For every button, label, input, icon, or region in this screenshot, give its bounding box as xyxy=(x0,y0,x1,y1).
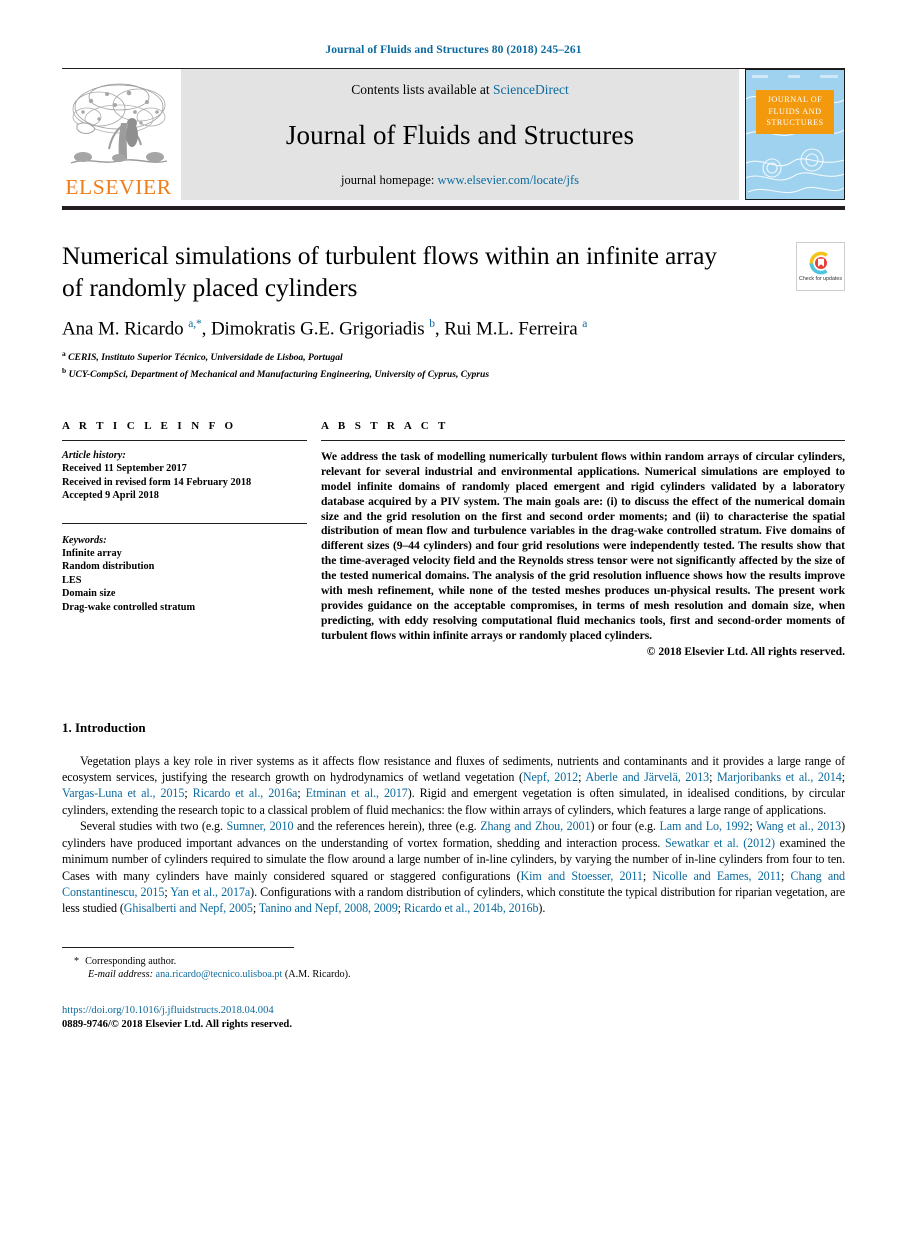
journal-masthead: ELSEVIER Contents lists available at Sci… xyxy=(62,68,845,200)
author-list: Ana M. Ricardo a,*, Dimokratis G.E. Grig… xyxy=(62,318,588,340)
keyword-item: Drag-wake controlled stratum xyxy=(62,601,196,613)
abstract-heading: A B S T R A C T xyxy=(321,419,449,432)
corresponding-author-line: * Corresponding author. xyxy=(74,955,845,968)
elsevier-logo: ELSEVIER xyxy=(62,69,175,200)
journal-banner: Contents lists available at ScienceDirec… xyxy=(181,69,739,200)
info-abstract-row: A R T I C L E I N F O Article history: R… xyxy=(62,420,845,658)
cover-top-marks xyxy=(752,75,838,78)
contents-line: Contents lists available at ScienceDirec… xyxy=(351,82,568,98)
keywords-label: Keywords: xyxy=(62,534,107,546)
paper-page: Journal of Fluids and Structures 80 (201… xyxy=(0,0,907,1238)
article-history-item: Received in revised form 14 February 201… xyxy=(62,476,252,488)
keyword-item: Domain size xyxy=(62,588,116,600)
abstract-column: A B S T R A C T We address the task of m… xyxy=(307,420,845,658)
article-info-heading: A R T I C L E I N F O xyxy=(62,419,237,432)
journal-homepage-link[interactable]: www.elsevier.com/locate/jfs xyxy=(437,173,579,187)
footer-identifiers: https://doi.org/10.1016/j.jfluidstructs.… xyxy=(62,1004,845,1032)
keyword-item: LES xyxy=(62,574,82,586)
elsevier-tree-icon xyxy=(69,79,169,177)
crossmark-icon xyxy=(809,251,832,275)
journal-cover-thumbnail: JOURNAL OF FLUIDS AND STRUCTURES xyxy=(745,69,845,200)
corresponding-author-note: * Corresponding author. E-mail address: a… xyxy=(62,948,845,982)
affiliation-list: a CERIS, Instituto Superior Técnico, Uni… xyxy=(62,349,490,381)
email-label: E-mail address: xyxy=(88,969,153,981)
article-history-item: Accepted 9 April 2018 xyxy=(62,490,159,502)
intro-paragraph-2: Several studies with two (e.g. Sumner, 2… xyxy=(62,819,846,916)
abstract-text: We address the task of modelling numeric… xyxy=(321,449,845,642)
email-link[interactable]: ana.ricardo@tecnico.ulisboa.pt xyxy=(156,969,283,980)
article-info-column: A R T I C L E I N F O Article history: R… xyxy=(62,420,307,658)
journal-title: Journal of Fluids and Structures xyxy=(285,120,635,150)
intro-paragraph-1: Vegetation plays a key role in river sys… xyxy=(62,753,845,817)
asterisk-marker: * xyxy=(74,955,80,967)
homepage-line: journal homepage: www.elsevier.com/locat… xyxy=(341,173,579,188)
email-owner: (A.M. Ricardo). xyxy=(284,969,351,981)
title-block: Numerical simulations of turbulent flows… xyxy=(62,210,845,382)
sciencedirect-link[interactable]: ScienceDirect xyxy=(493,82,569,97)
running-head: Journal of Fluids and Structures 80 (201… xyxy=(325,44,582,56)
page-title: Numerical simulations of turbulent flows… xyxy=(62,241,717,302)
keyword-item: Infinite array xyxy=(62,547,122,559)
email-line: E-mail address: ana.ricardo@tecnico.ulis… xyxy=(74,968,845,981)
keyword-item: Random distribution xyxy=(62,561,155,573)
crossmark-badge[interactable]: Check for updates xyxy=(796,242,845,291)
contents-prefix: Contents lists available at xyxy=(351,82,493,97)
article-history-label: Article history: xyxy=(62,449,126,461)
issn-copyright-line: 0889-9746/© 2018 Elsevier Ltd. All right… xyxy=(62,1018,292,1030)
keywords-block: Keywords: Infinite array Random distribu… xyxy=(62,524,307,614)
abstract-copyright: © 2018 Elsevier Ltd. All rights reserved… xyxy=(646,644,845,658)
cover-title: JOURNAL OF FLUIDS AND STRUCTURES xyxy=(756,90,834,134)
corresponding-author-label: Corresponding author. xyxy=(85,955,177,967)
section-heading-introduction: 1. Introduction xyxy=(62,719,146,735)
article-history: Article history: Received 11 September 2… xyxy=(62,441,307,503)
crossmark-caption: Check for updates xyxy=(799,275,842,282)
homepage-prefix: journal homepage: xyxy=(340,173,438,187)
article-history-item: Received 11 September 2017 xyxy=(62,463,187,475)
elsevier-wordmark: ELSEVIER xyxy=(65,174,172,199)
doi-link[interactable]: https://doi.org/10.1016/j.jfluidstructs.… xyxy=(62,1004,845,1018)
